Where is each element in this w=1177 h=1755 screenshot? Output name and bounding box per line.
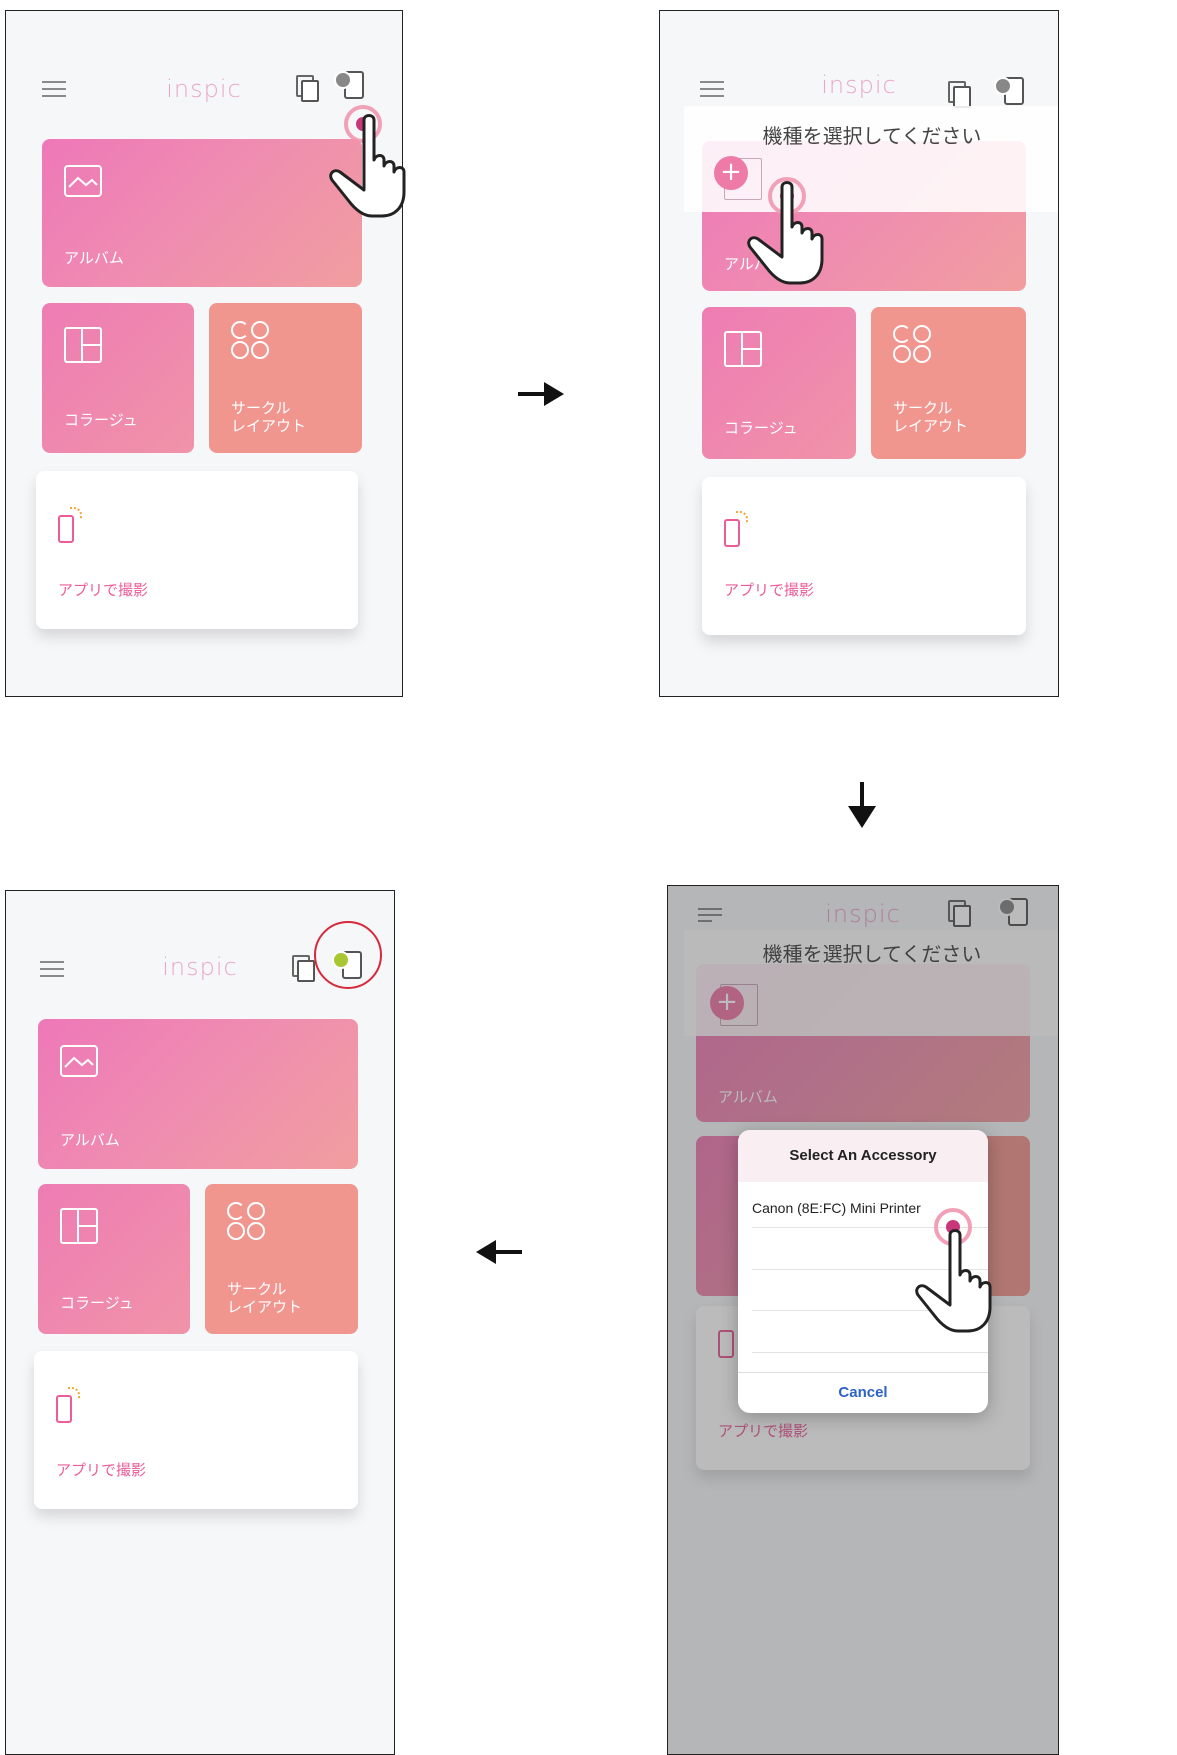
circles-icon bbox=[231, 321, 275, 365]
image-icon bbox=[60, 1045, 98, 1077]
circle-layout-card[interactable]: サークル レイアウト bbox=[209, 303, 362, 453]
top-bar: inspic bbox=[6, 11, 402, 121]
printer-icon[interactable] bbox=[994, 75, 1024, 105]
model-select-title: 機種を選択してください bbox=[762, 124, 982, 148]
screen-step-4: inspic アルバム コラージュ サークル レイアウト アプリで撮影 bbox=[5, 890, 395, 1755]
collage-card[interactable]: コラージュ bbox=[702, 307, 856, 459]
camera-card[interactable]: アプリで撮影 bbox=[36, 471, 358, 629]
image-icon bbox=[64, 165, 102, 197]
accessory-dialog-title: Select An Accessory bbox=[738, 1130, 988, 1182]
phone-camera-icon bbox=[58, 515, 74, 543]
cancel-button[interactable]: Cancel bbox=[738, 1372, 988, 1413]
spark-icon bbox=[70, 507, 82, 519]
circle-label-line1: サークル bbox=[893, 399, 953, 417]
circle-label-line2: レイアウト bbox=[893, 417, 969, 435]
circle-label-line1: サークル bbox=[227, 1280, 287, 1298]
pages-icon[interactable] bbox=[296, 75, 319, 102]
circle-layout-card[interactable]: サークル レイアウト bbox=[871, 307, 1026, 459]
album-card[interactable]: アルバム bbox=[38, 1019, 358, 1169]
collage-icon bbox=[60, 1208, 98, 1244]
pointing-hand-icon bbox=[915, 1229, 992, 1333]
top-bar: inspic bbox=[660, 11, 1058, 121]
collage-label: コラージュ bbox=[64, 411, 138, 429]
arrow-left-icon bbox=[476, 1240, 522, 1264]
add-device-button[interactable]: + bbox=[714, 156, 748, 190]
collage-icon bbox=[724, 331, 762, 367]
camera-label: アプリで撮影 bbox=[724, 581, 815, 599]
circle-label-line2: レイアウト bbox=[227, 1298, 303, 1316]
collage-label: コラージュ bbox=[724, 419, 798, 437]
album-card[interactable]: アルバム bbox=[42, 139, 362, 287]
list-divider bbox=[752, 1352, 988, 1353]
album-label: アルバム bbox=[64, 249, 124, 267]
printer-icon[interactable] bbox=[334, 69, 364, 99]
arrow-down-icon bbox=[848, 782, 876, 828]
screen-step-2: inspic アルバム 機種を選択してください + コラージュ サークル レイア… bbox=[659, 10, 1059, 697]
arrow-right-icon bbox=[518, 382, 564, 406]
model-select-menu: 機種を選択してください + bbox=[684, 106, 1058, 212]
pages-icon[interactable] bbox=[948, 81, 971, 108]
camera-card[interactable]: アプリで撮影 bbox=[702, 477, 1026, 635]
circles-icon bbox=[227, 1202, 271, 1246]
album-label: アルバム bbox=[60, 1131, 120, 1149]
camera-card[interactable]: アプリで撮影 bbox=[34, 1351, 358, 1509]
collage-icon bbox=[64, 327, 102, 363]
circles-icon bbox=[893, 325, 937, 369]
pointing-hand-icon bbox=[329, 114, 406, 218]
spark-icon bbox=[68, 1387, 80, 1399]
pointing-hand-icon bbox=[747, 181, 824, 285]
camera-label: アプリで撮影 bbox=[58, 581, 149, 599]
camera-label: アプリで撮影 bbox=[56, 1461, 147, 1479]
phone-camera-icon bbox=[56, 1395, 72, 1423]
collage-card[interactable]: コラージュ bbox=[42, 303, 194, 453]
circle-layout-card[interactable]: サークル レイアウト bbox=[205, 1184, 358, 1334]
spark-icon bbox=[736, 511, 748, 523]
collage-label: コラージュ bbox=[60, 1294, 134, 1312]
phone-camera-icon bbox=[724, 519, 740, 547]
pages-icon[interactable] bbox=[292, 955, 315, 982]
connected-highlight bbox=[314, 921, 382, 989]
accessory-item[interactable]: Canon (8E:FC) Mini Printer bbox=[752, 1200, 921, 1216]
collage-card[interactable]: コラージュ bbox=[38, 1184, 190, 1334]
circle-label-line1: サークル bbox=[231, 399, 291, 417]
circle-label-line2: レイアウト bbox=[231, 417, 307, 435]
